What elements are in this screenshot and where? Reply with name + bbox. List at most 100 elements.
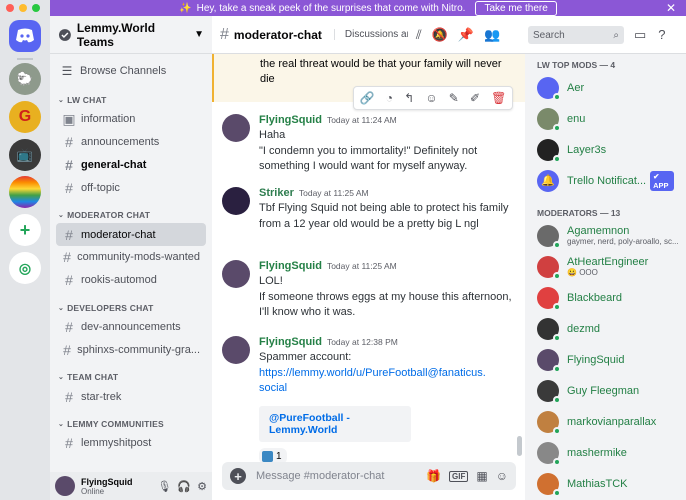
member-item[interactable]: mashermike — [525, 437, 686, 468]
avatar[interactable] — [222, 114, 250, 142]
message-author[interactable]: FlyingSquid Today at 11:25 AM — [259, 260, 397, 272]
scrollbar-thumb[interactable] — [517, 436, 522, 456]
category-label: DEVELOPERS CHAT — [67, 302, 154, 313]
pencil-icon[interactable]: ✐ — [470, 91, 480, 105]
microphone-icon[interactable]: 🎙 — [157, 480, 171, 493]
channel-information[interactable]: ▣ information — [56, 108, 206, 131]
category-lw-chat[interactable]: ⌄ LW CHAT — [50, 92, 212, 108]
add-reaction-icon[interactable]: ☺ — [425, 91, 437, 105]
link-embed[interactable]: @PureFootball - Lemmy.World — [259, 406, 411, 442]
list-icon: ☰ — [61, 64, 73, 78]
channel-off-topic[interactable]: # off-topic — [56, 176, 206, 199]
member-item[interactable]: MathiasTCK — [525, 468, 686, 499]
gif-icon[interactable]: GIF — [449, 470, 469, 482]
hash-icon: # — [63, 249, 71, 266]
member-item[interactable]: FlyingSquid — [525, 344, 686, 375]
channel-dev-announcements[interactable]: # dev-announcements — [56, 316, 206, 339]
channel-announcements[interactable]: # announcements — [56, 131, 206, 154]
channel-rookis-automod[interactable]: # rookis-automod — [56, 269, 206, 292]
category-lemmy-communities[interactable]: ⌄ LEMMY COMMUNITIES — [50, 416, 212, 432]
close-window-button[interactable] — [6, 4, 14, 12]
members-icon[interactable]: 👥 — [484, 27, 500, 43]
gear-icon[interactable]: ⚙ — [197, 480, 207, 493]
channel-star-trek[interactable]: # star-trek — [56, 385, 206, 408]
channel-general-chat[interactable]: # general-chat — [56, 154, 206, 177]
message-line: If someone throws eggs at my house this … — [259, 290, 512, 319]
add-attachment-icon[interactable]: + — [230, 468, 246, 484]
sticker-icon[interactable]: ▦ — [476, 469, 487, 483]
guild-header[interactable]: Lemmy.World Teams ▼ — [50, 16, 212, 54]
search-placeholder: Search — [533, 29, 565, 41]
channel-label: moderator-chat — [81, 228, 156, 241]
zoom-window-button[interactable] — [32, 4, 40, 12]
avatar — [537, 441, 561, 466]
member-item[interactable]: Blackbeard — [525, 282, 686, 313]
member-name: AtHeartEngineer — [567, 256, 649, 268]
member-item[interactable]: dezmd — [525, 313, 686, 344]
avatar[interactable] — [222, 260, 250, 288]
channel-moderator-chat[interactable]: # moderator-chat — [56, 223, 206, 246]
avatar[interactable] — [55, 476, 75, 496]
online-status-icon — [553, 302, 561, 311]
server-tv-icon[interactable]: 📺 — [9, 139, 41, 171]
server-lemmy-icon[interactable]: 🐑 — [9, 63, 41, 95]
online-status-icon — [553, 92, 561, 101]
nitro-gift-icon: ✨ — [179, 2, 192, 14]
chevron-down-icon[interactable]: ▼ — [194, 29, 204, 40]
message-author[interactable]: Striker Today at 11:25 AM — [259, 187, 369, 199]
threads-icon[interactable]: ⫽ — [416, 27, 422, 43]
member-item[interactable]: AtHeartEngineer 😀 OOO — [525, 251, 686, 282]
chevron-down-icon: ⌄ — [58, 212, 65, 220]
message-timestamp: Today at 11:25 AM — [298, 188, 369, 198]
pin-icon[interactable]: 📌 — [458, 27, 474, 43]
browse-channels[interactable]: ☰ Browse Channels — [50, 58, 212, 84]
message-link[interactable]: https://lemmy.world/u/PureFootball@fanat… — [259, 366, 489, 397]
home-discord-icon[interactable] — [9, 20, 41, 52]
member-item[interactable]: markovianparallax — [525, 406, 686, 437]
headphones-icon[interactable]: 🎧 — [177, 480, 191, 493]
gift-icon[interactable]: 🎁 — [426, 469, 441, 483]
member-item[interactable]: Guy Fleegman — [525, 375, 686, 406]
avatar[interactable] — [222, 187, 250, 215]
hash-icon: # — [65, 388, 73, 405]
member-item[interactable]: Layer3s — [525, 134, 686, 165]
message-author[interactable]: FlyingSquid Today at 11:24 AM — [259, 114, 397, 126]
channel-lemmyshitpost[interactable]: # lemmyshitpost — [56, 432, 206, 455]
category-developers-chat[interactable]: ⌄ DEVELOPERS CHAT — [50, 300, 212, 316]
message-body: Haha "I condemn you to immortality!" Def… — [259, 128, 519, 175]
member-status-text: gaymer, nerd, poly-aroallo, sc... — [567, 237, 679, 246]
emoji-icon[interactable]: ☺ — [496, 469, 508, 483]
take-me-there-button[interactable]: Take me there — [475, 0, 557, 16]
member-item[interactable]: Agamemnon gaymer, nerd, poly-aroallo, sc.… — [525, 220, 686, 251]
member-item[interactable]: Aer — [525, 72, 686, 103]
add-server-icon[interactable]: + — [9, 214, 41, 246]
search-input[interactable]: Search ⌕ — [528, 26, 624, 44]
delete-icon[interactable]: 🗑 — [491, 91, 506, 105]
member-item[interactable]: enu — [525, 103, 686, 134]
inbox-icon[interactable]: ▭ — [634, 27, 646, 43]
mark-unread-icon[interactable]: ◔ — [386, 91, 393, 105]
help-icon[interactable]: ? — [658, 27, 665, 43]
server-g-icon[interactable]: G — [9, 101, 41, 133]
member-item[interactable]: 🔔 Trello Notificat... ✔ APP — [525, 165, 686, 196]
category-moderator-chat[interactable]: ⌄ MODERATOR CHAT — [50, 207, 212, 223]
channel-topic[interactable]: Discussions amo... — [333, 29, 408, 40]
message-author[interactable]: FlyingSquid Today at 12:38 PM — [259, 336, 398, 348]
server-rail: 🐑 G 📺 + ◎ — [0, 16, 50, 500]
link-icon[interactable]: 🔗 — [360, 91, 375, 105]
channel-community-mods-wanted[interactable]: # community-mods-wanted — [56, 246, 206, 269]
banner-close-icon[interactable]: ✕ — [666, 1, 676, 15]
scrollbar[interactable] — [517, 56, 522, 456]
explore-servers-icon[interactable]: ◎ — [9, 252, 41, 284]
channel-sphinxs-community[interactable]: # sphinxs-community-gra... — [56, 338, 206, 361]
edit-icon[interactable]: ✎ — [449, 91, 459, 105]
minimize-window-button[interactable] — [19, 4, 27, 12]
reply-icon[interactable]: ↰ — [404, 91, 414, 105]
category-team-chat[interactable]: ⌄ TEAM CHAT — [50, 369, 212, 385]
avatar[interactable] — [222, 336, 250, 364]
avatar — [537, 224, 561, 249]
message-composer[interactable]: + Message #moderator-chat 🎁 GIF ▦ ☺ — [222, 462, 516, 490]
server-rainbow-icon[interactable] — [9, 176, 41, 208]
chat-area: the real threat would be that your famil… — [212, 16, 525, 500]
mute-bell-icon[interactable]: 🔕 — [432, 27, 448, 43]
